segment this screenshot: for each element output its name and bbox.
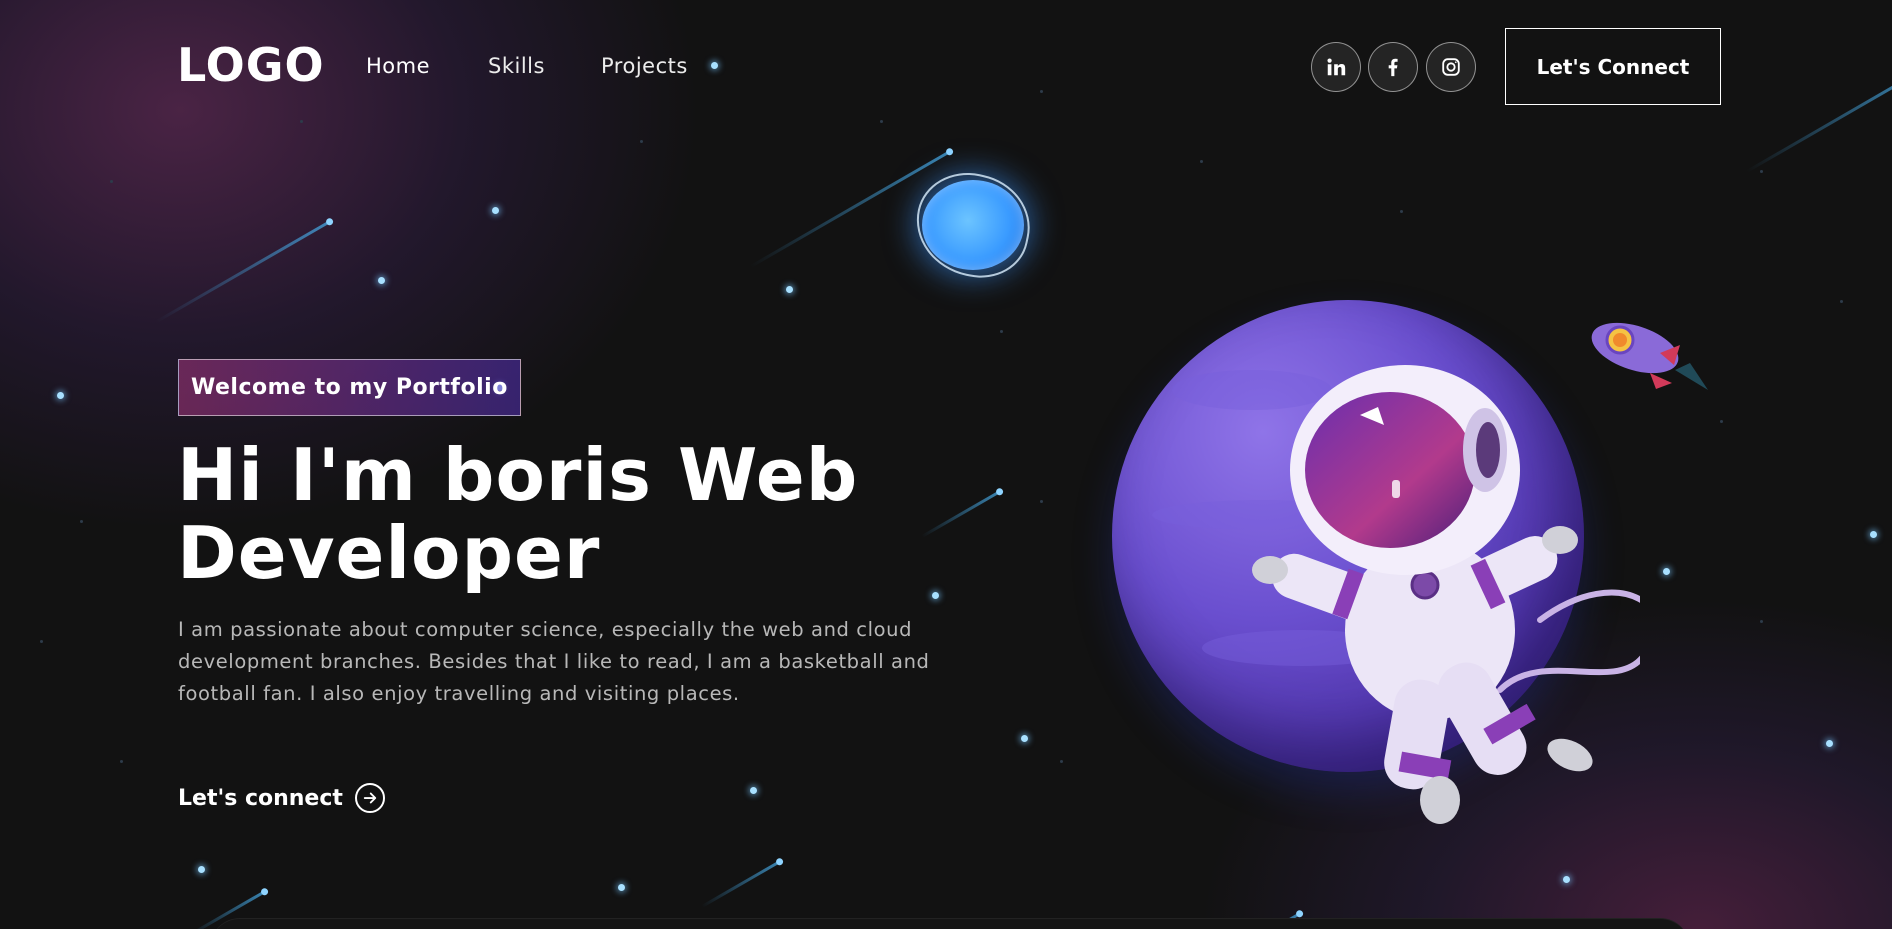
arrow-right-circle-icon [354, 783, 385, 813]
bottom-section-edge [210, 918, 1690, 929]
logo[interactable]: LOGO [177, 38, 325, 92]
navbar: LOGO Home Skills Projects Let's Connect [0, 0, 1892, 135]
instagram-icon[interactable] [1426, 42, 1476, 92]
rocket-image [1591, 322, 1708, 390]
lets-connect-link-label: Let's connect [178, 785, 343, 811]
linkedin-icon[interactable] [1311, 42, 1361, 92]
lets-connect-button[interactable]: Let's Connect [1505, 28, 1721, 105]
hero-headline: Hi I'm boris Web Developer [177, 433, 859, 595]
blue-planet-image [922, 180, 1024, 270]
tagline-badge: Welcome to my Portfolio [178, 359, 521, 416]
hero-bio: I am passionate about computer science, … [178, 618, 930, 705]
nav-link-home[interactable]: Home [366, 54, 430, 78]
facebook-icon[interactable] [1368, 42, 1418, 92]
nav-link-skills[interactable]: Skills [488, 54, 545, 78]
nav-link-projects[interactable]: Projects [601, 54, 688, 78]
lets-connect-link[interactable]: Let's connect [178, 783, 385, 813]
astronaut-image [1252, 365, 1640, 824]
